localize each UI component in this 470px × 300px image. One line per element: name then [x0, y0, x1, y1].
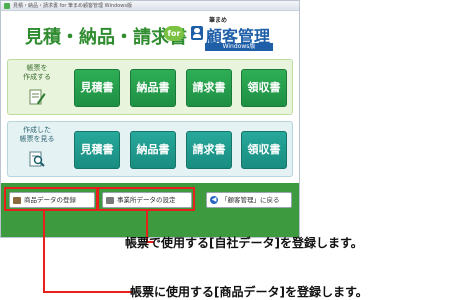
create-documents-panel: 帳票を 作成する 見積書 納品書 請求書 領収書 — [7, 59, 293, 115]
person-icon — [191, 26, 203, 40]
back-to-customer-manager-button[interactable]: ◀ 「顧客管理」に戻る — [206, 192, 292, 208]
for-badge: for — [164, 26, 184, 41]
product-data-callout: 帳票に使用する[商品データ]を登録します。 — [130, 285, 368, 299]
pencil-document-icon — [28, 88, 46, 106]
view-invoice-button[interactable]: 請求書 — [186, 131, 232, 169]
magnifier-document-icon — [28, 150, 46, 168]
back-to-customer-manager-label: 「顧客管理」に戻る — [221, 196, 280, 204]
create-panel-label-text: 帳票を 作成する — [23, 64, 51, 81]
windows-edition-badge: Windows版 — [205, 43, 273, 51]
window-title: 見積・納品・請求書 for 筆まめ顧客管理 Windows版 — [13, 2, 132, 9]
view-delivery-note-button[interactable]: 納品書 — [130, 131, 176, 169]
product-button-highlight — [4, 187, 98, 211]
create-quotation-button[interactable]: 見積書 — [74, 69, 120, 107]
title-bar: 見積・納品・請求書 for 筆まめ顧客管理 Windows版 — [1, 1, 299, 11]
create-receipt-button[interactable]: 領収書 — [241, 69, 287, 107]
app-icon — [4, 2, 10, 9]
view-documents-panel: 作成した 帳票を見る 見積書 納品書 請求書 領収書 — [7, 121, 293, 177]
view-panel-label-text: 作成した 帳票を見る — [19, 126, 55, 143]
office-button-highlight — [97, 187, 195, 211]
product-callout-connector-vertical — [43, 211, 45, 293]
main-title: 見積・納品・請求書 — [25, 27, 187, 48]
app-header: 見積・納品・請求書 for 筆まめ 顧客管理 Windows版 — [1, 12, 299, 52]
create-panel-label: 帳票を 作成する — [12, 64, 62, 82]
product-callout-connector-horizontal — [43, 291, 133, 293]
view-quotation-button[interactable]: 見積書 — [74, 131, 120, 169]
create-invoice-button[interactable]: 請求書 — [186, 69, 232, 107]
view-panel-label: 作成した 帳票を見る — [12, 126, 62, 144]
back-arrow-icon: ◀ — [210, 196, 218, 204]
create-delivery-note-button[interactable]: 納品書 — [130, 69, 176, 107]
office-data-callout: 帳票で使用する[自社データ]を登録します。 — [125, 236, 363, 250]
view-receipt-button[interactable]: 領収書 — [241, 131, 287, 169]
